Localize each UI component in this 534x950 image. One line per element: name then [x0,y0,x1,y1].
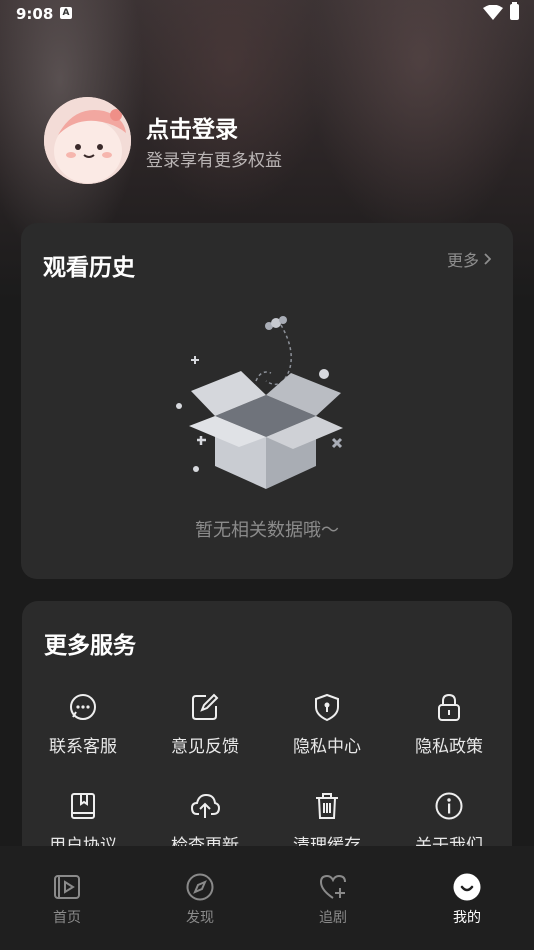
service-contact-support[interactable]: 联系客服 [22,692,144,757]
nav-follow-series[interactable]: 追剧 [293,872,373,927]
lock-icon [438,693,460,721]
bookmark-book-icon [71,793,95,819]
nav-label: 首页 [53,910,81,926]
services-title: 更多服务 [44,633,136,659]
history-title: 观看历史 [43,255,135,281]
trash-icon [316,793,338,819]
service-label: 意见反馈 [171,737,239,757]
heart-plus-icon [319,874,346,899]
chevron-right-icon [484,253,491,265]
info-icon [435,792,463,820]
avatar-character-icon [44,97,131,184]
service-feedback[interactable]: 意见反馈 [144,692,266,757]
smile-face-icon [453,873,481,901]
battery-icon [510,2,519,20]
empty-box-illustration [176,316,343,489]
play-screen-icon [54,875,80,899]
service-privacy-center[interactable]: 隐私中心 [266,692,388,757]
service-label: 隐私中心 [293,737,361,757]
chat-bubble-icon [70,694,96,720]
service-label: 隐私政策 [415,737,483,757]
service-label: 联系客服 [49,737,117,757]
bottom-navigation: 首页 发现 追剧 我的 [0,846,534,950]
avatar[interactable] [44,97,131,184]
compass-icon [186,873,214,901]
wifi-icon [483,5,503,20]
shield-icon [315,693,339,722]
empty-state-text: 暂无相关数据哦～ [195,520,339,541]
nav-label: 我的 [453,910,481,926]
history-more-link[interactable]: 更多 [447,247,491,271]
nav-mine[interactable]: 我的 [427,872,507,927]
service-privacy-policy[interactable]: 隐私政策 [388,692,510,757]
login-subtitle: 登录享有更多权益 [146,151,282,171]
cloud-upload-icon [190,793,220,818]
notification-a-icon: A [60,7,72,19]
nav-label: 发现 [186,910,214,926]
more-label: 更多 [446,251,479,270]
status-time: 9:08 [16,5,54,23]
nav-discover[interactable]: 发现 [160,872,240,927]
status-bar: 9:08 A [0,0,534,28]
login-title[interactable]: 点击登录 [146,110,238,144]
nav-home[interactable]: 首页 [27,872,107,927]
edit-icon [192,693,219,720]
nav-label: 追剧 [319,910,347,926]
watch-history-card: 观看历史 更多 暂无相关数据哦～ [21,223,513,579]
